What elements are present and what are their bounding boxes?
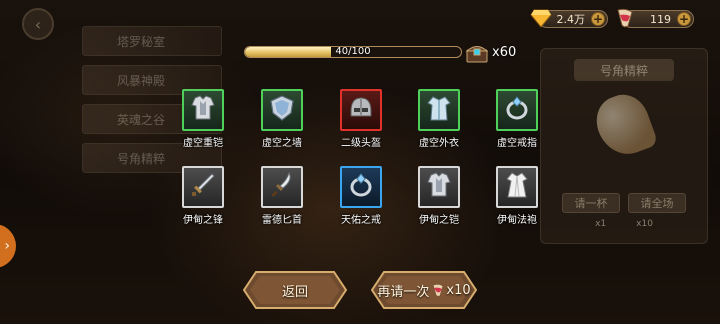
progress-text: 40/100 xyxy=(335,46,371,57)
item-label: 天佑之戒 xyxy=(341,215,381,226)
item-label: 伊甸法袍 xyxy=(497,215,537,226)
coat-icon xyxy=(424,93,454,127)
horn-cup-icon xyxy=(432,283,444,297)
item-frame xyxy=(261,166,303,208)
request-one-button[interactable]: 请一杯 xyxy=(562,193,620,213)
dagger-icon xyxy=(267,170,297,204)
item-frame xyxy=(261,89,303,131)
item-label: 虚空戒指 xyxy=(497,138,537,149)
item-label: 虚空之墙 xyxy=(262,138,302,149)
cost-all-label: x10 xyxy=(636,219,653,229)
reward-item[interactable]: 虚空戒指 xyxy=(487,89,547,149)
item-label: 伊甸之锋 xyxy=(183,215,223,226)
right-panel: 号角精粹 请一杯 请全场 x1 x10 xyxy=(540,48,708,244)
back-button-label: 返回 xyxy=(281,284,308,300)
item-label: 虚空重铠 xyxy=(183,138,223,149)
reward-item[interactable]: 二级头盔 xyxy=(331,89,391,149)
item-frame xyxy=(496,89,538,131)
treasure-chest-icon[interactable] xyxy=(465,42,489,64)
ring-icon xyxy=(502,93,532,127)
reward-item[interactable]: 伊甸之铠 xyxy=(409,166,469,226)
reward-item[interactable]: 虚空重铠 xyxy=(173,89,233,149)
helmet-icon xyxy=(346,93,376,127)
item-label: 伊甸之铠 xyxy=(419,215,459,226)
item-label: 虚空外衣 xyxy=(419,138,459,149)
item-frame xyxy=(418,166,460,208)
horn-cup-icon xyxy=(613,6,637,30)
back-button[interactable]: 返回 xyxy=(242,270,348,310)
horn-icon xyxy=(589,87,659,163)
reward-item[interactable]: 虚空之墙 xyxy=(252,89,312,149)
item-label: 二级头盔 xyxy=(341,138,381,149)
chevron-right-icon: › xyxy=(4,238,10,254)
gem-amount: 2.4万 xyxy=(556,13,586,26)
request-again-cost: x10 xyxy=(446,282,471,298)
back-arrow-icon[interactable]: ‹ xyxy=(22,8,54,40)
horn-amount: 119 xyxy=(650,12,671,26)
shield-icon xyxy=(267,93,297,127)
request-all-button[interactable]: 请全场 xyxy=(628,193,686,213)
item-frame xyxy=(418,89,460,131)
request-again-button[interactable]: 再请一次 x10 xyxy=(370,270,478,310)
gem-icon xyxy=(529,6,553,30)
item-frame xyxy=(340,89,382,131)
reward-item[interactable]: 伊甸之锋 xyxy=(173,166,233,226)
robe-icon xyxy=(502,170,532,204)
cost-one-label: x1 xyxy=(595,219,607,229)
item-frame xyxy=(496,166,538,208)
horn-currency: 119 + xyxy=(617,8,694,28)
left-menu-item[interactable]: 塔罗秘室 xyxy=(82,26,222,56)
item-frame xyxy=(182,89,224,131)
armor-icon xyxy=(188,93,218,127)
sword-icon xyxy=(188,170,218,204)
item-label: 雷德匕首 xyxy=(262,215,302,226)
item-frame xyxy=(340,166,382,208)
add-horn-button[interactable]: + xyxy=(677,12,691,26)
reward-item[interactable]: 天佑之戒 xyxy=(331,166,391,226)
reward-item[interactable]: 虚空外衣 xyxy=(409,89,469,149)
request-again-label: 再请一次 xyxy=(377,284,430,300)
item-frame xyxy=(182,166,224,208)
reward-item[interactable]: 伊甸法袍 xyxy=(487,166,547,226)
right-panel-title: 号角精粹 xyxy=(574,59,674,81)
armor-icon xyxy=(424,170,454,204)
ring-icon xyxy=(346,170,376,204)
reward-item[interactable]: 雷德匕首 xyxy=(252,166,312,226)
add-gem-button[interactable]: + xyxy=(591,12,605,26)
chest-count: x60 xyxy=(492,45,517,60)
gem-currency: 2.4万 + xyxy=(530,9,608,28)
